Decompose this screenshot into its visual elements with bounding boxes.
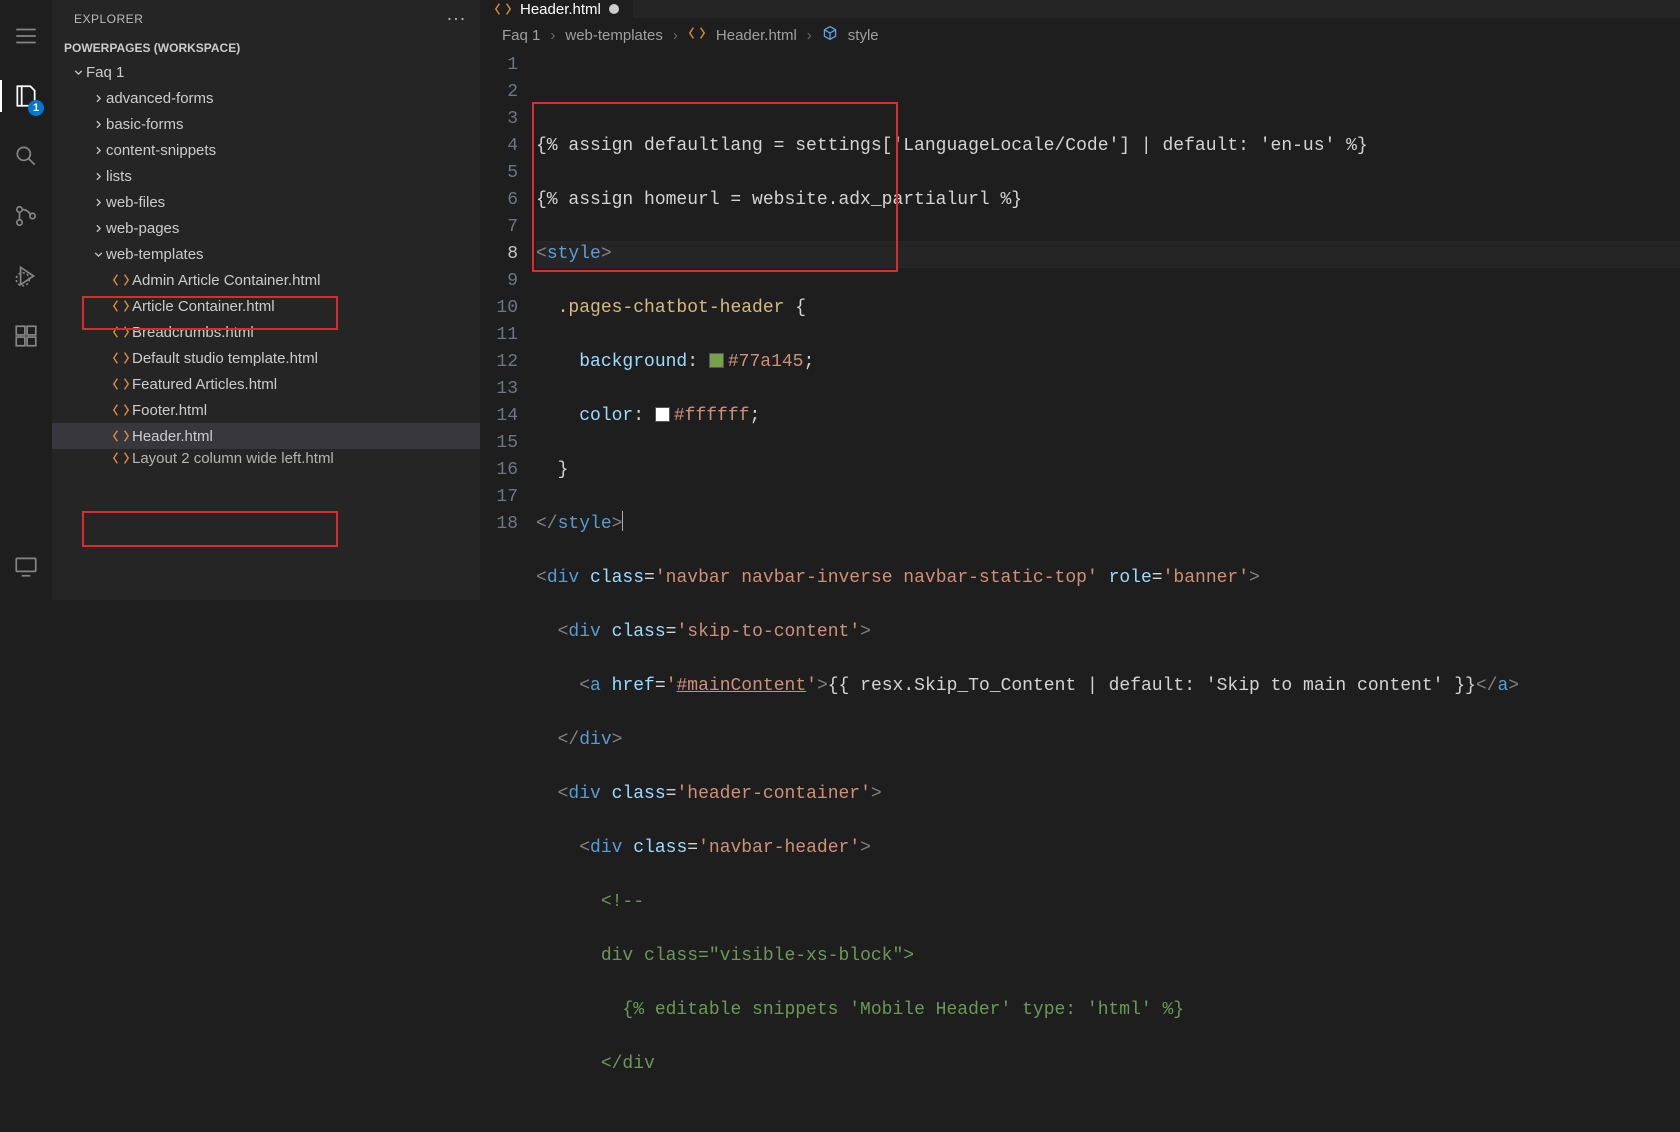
explorer-actions-icon[interactable]: ··· [447,8,466,29]
code-editor[interactable]: 123456789101112131415161718 {% assign de… [480,52,1680,1132]
tree-file[interactable]: Featured Articles.html [52,371,480,397]
explorer-badge: 1 [28,100,44,116]
html-file-icon [688,24,706,46]
tree-label: lists [106,168,132,185]
annotation-highlight [82,511,338,547]
code-token: {{ resx.Skip_To_Content | default: 'Skip… [828,676,1476,696]
tree-folder-root[interactable]: Faq 1 [52,59,480,85]
code-line: {% assign homeurl = website.adx_partialu… [536,190,1022,210]
code-token: header-container [687,784,860,804]
debug-activity[interactable] [0,256,52,296]
explorer-activity[interactable]: 1 [0,76,52,116]
html-file-icon [110,427,132,445]
line-gutter: 123456789101112131415161718 [480,52,536,1132]
breadcrumb-item[interactable]: Faq 1 [502,27,540,44]
tree-folder-web-templates[interactable]: web-templates [52,241,480,267]
code-token: #ffffff [674,406,750,426]
tree-file[interactable]: Default studio template.html [52,345,480,371]
tree-label: Footer.html [132,402,207,419]
active-line-highlight [536,241,1680,268]
tab-label: Header.html [520,1,601,18]
tree-file[interactable]: Admin Article Container.html [52,267,480,293]
html-file-icon [110,449,132,467]
tree-label: Default studio template.html [132,350,318,367]
menu-button[interactable] [0,16,52,56]
html-file-icon [494,0,512,18]
code-token: background [579,352,687,372]
code-line: {% assign defaultlang = settings['Langua… [536,136,1368,156]
tree-folder[interactable]: advanced-forms [52,85,480,111]
symbol-icon [822,25,838,45]
tree-label: web-pages [106,220,179,237]
tree-label: advanced-forms [106,90,214,107]
code-token: skip-to-content [687,622,849,642]
tree-label: Layout 2 column wide left.html [132,450,334,467]
search-activity[interactable] [0,136,52,176]
chevron-right-icon: › [673,27,678,44]
code-token: navbar navbar-inverse navbar-static-top [666,568,1087,588]
html-file-icon [110,349,132,367]
breadcrumbs[interactable]: Faq 1 › web-templates › Header.html › st… [480,18,1680,52]
chevron-right-icon: › [550,27,555,44]
tree-label: Header.html [132,428,213,445]
code-token: {% editable snippets 'Mobile Header' typ… [622,1000,1184,1020]
tree-folder[interactable]: web-files [52,189,480,215]
breadcrumb-item[interactable]: web-templates [565,27,663,44]
tree-label: Faq 1 [86,64,124,81]
code-token: visible-xs-block [720,946,893,966]
code-token: navbar-header [709,838,849,858]
html-file-icon [110,401,132,419]
code-token: color [579,406,633,426]
breadcrumb-item[interactable]: style [848,27,879,44]
tree-file[interactable]: Footer.html [52,397,480,423]
color-swatch [709,353,724,368]
html-file-icon [110,323,132,341]
chevron-right-icon: › [807,27,812,44]
tree-file[interactable]: Article Container.html [52,293,480,319]
code-token: .pages-chatbot-header [558,298,785,318]
scm-activity[interactable] [0,196,52,236]
tree-label: basic-forms [106,116,184,133]
explorer-title: EXPLORER [74,12,143,26]
tree-label: Article Container.html [132,298,275,315]
code-token: banner [1173,568,1238,588]
workspace-title: POWERPAGES (WORKSPACE) [64,41,240,55]
tree-folder[interactable]: content-snippets [52,137,480,163]
workspace-header[interactable]: POWERPAGES (WORKSPACE) [52,37,480,59]
tree-folder[interactable]: web-pages [52,215,480,241]
code-token: #77a145 [728,352,804,372]
explorer-panel: EXPLORER ··· POWERPAGES (WORKSPACE) Faq … [52,0,480,600]
code-lines[interactable]: {% assign defaultlang = settings['Langua… [536,52,1680,1132]
tree-folder[interactable]: lists [52,163,480,189]
tab-dirty-indicator [609,4,619,14]
tree-file-header-html[interactable]: Header.html [52,423,480,449]
editor-tab-header-html[interactable]: Header.html [480,0,634,18]
activity-bar: 1 [0,0,52,600]
editor-tabs: Header.html [480,0,1680,18]
tree-file[interactable]: Breadcrumbs.html [52,319,480,345]
tree-label: Admin Article Container.html [132,272,320,289]
tree-label: web-templates [106,246,204,263]
tree-label: web-files [106,194,165,211]
tree-label: Featured Articles.html [132,376,277,393]
extensions-activity[interactable] [0,316,52,356]
file-tree: Faq 1 advanced-forms basic-forms content… [52,59,480,467]
code-token: #mainContent [677,676,807,696]
editor-cursor [622,511,623,531]
remote-activity[interactable] [0,546,52,586]
code-token: style [558,514,612,534]
tree-label: content-snippets [106,142,216,159]
editor-area: Header.html Faq 1 › web-templates › Head… [480,0,1680,600]
tree-label: Breadcrumbs.html [132,324,254,341]
html-file-icon [110,375,132,393]
html-file-icon [110,297,132,315]
tree-file[interactable]: Layout 2 column wide left.html [52,449,480,467]
html-file-icon [110,271,132,289]
breadcrumb-item[interactable]: Header.html [716,27,797,44]
color-swatch [655,407,670,422]
tree-folder[interactable]: basic-forms [52,111,480,137]
